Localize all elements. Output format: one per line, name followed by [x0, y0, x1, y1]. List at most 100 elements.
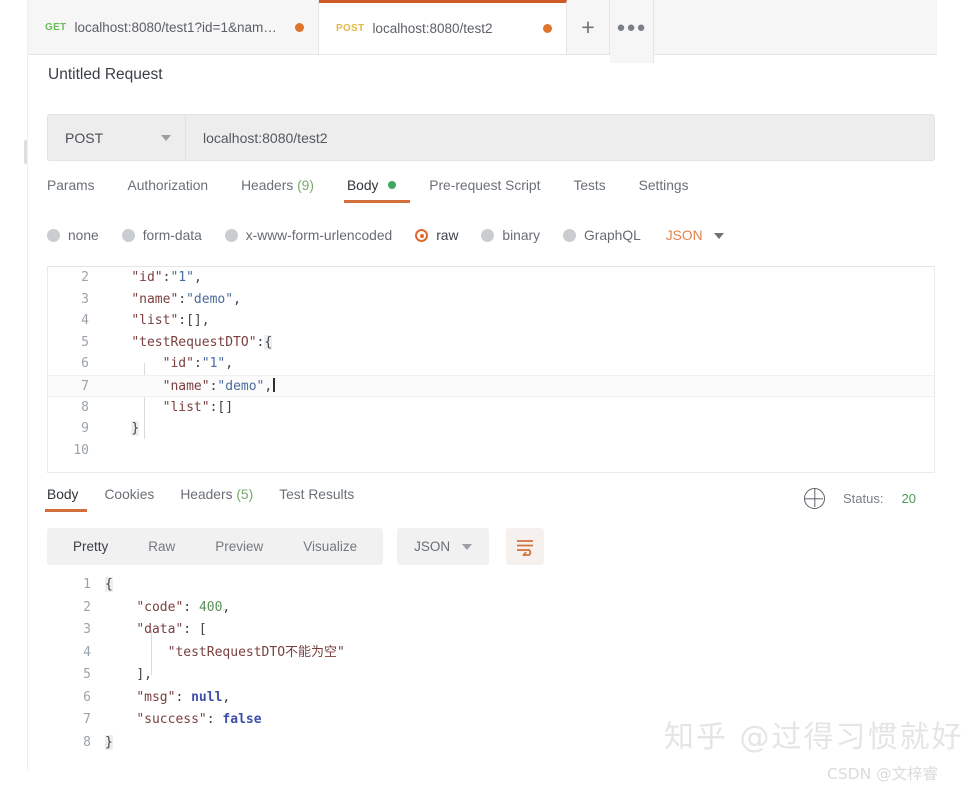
tab-body[interactable]: Body	[343, 178, 417, 206]
tab-params[interactable]: Params	[47, 178, 116, 206]
http-method-select[interactable]: POST	[48, 115, 186, 160]
code-line: 9 }	[48, 418, 934, 440]
request-workspace: GET localhost:8080/test1?id=1&nam… POST …	[28, 0, 937, 770]
status-label: Status:	[843, 491, 884, 506]
code-line: 1 {	[47, 574, 935, 597]
tab-label: Headers	[241, 178, 294, 193]
watermark-csdn: CSDN @文梓睿	[827, 765, 939, 783]
body-type-graphql[interactable]: GraphQL	[563, 228, 641, 243]
tab-url-label: localhost:8080/test2	[372, 21, 493, 36]
code-line: 6 "id":"1",	[48, 353, 934, 375]
chevron-down-icon	[161, 134, 171, 141]
tab-label: Headers	[180, 487, 233, 502]
line-number: 1	[83, 577, 91, 592]
line-number: 6	[81, 356, 89, 372]
line-text: "data": [	[136, 622, 207, 637]
tab-count: (5)	[236, 487, 254, 502]
response-tab-headers[interactable]: Headers (5)	[180, 487, 269, 515]
request-title: Untitled Request	[48, 66, 163, 83]
code-line: 3 "data": [	[47, 619, 935, 642]
line-number: 4	[83, 644, 91, 660]
line-text: "id":"1",	[162, 356, 234, 372]
code-line: 8 "list":[]	[48, 397, 934, 419]
line-text: "testRequestDTO不能为空"	[167, 644, 345, 660]
status-value: 20	[901, 491, 916, 506]
radio-label: binary	[502, 228, 540, 243]
line-number: 9	[81, 421, 89, 437]
view-mode-preview[interactable]: Preview	[195, 528, 283, 565]
view-mode-pretty[interactable]: Pretty	[53, 528, 128, 565]
line-number: 3	[83, 622, 91, 637]
response-tab-cookies[interactable]: Cookies	[104, 487, 170, 515]
request-body-editor[interactable]: 2 "id":"1", 3 "name":"demo", 4 "list":[]…	[47, 266, 935, 473]
radio-icon	[563, 229, 576, 242]
view-mode-visualize[interactable]: Visualize	[283, 528, 377, 565]
line-number: 7	[81, 378, 89, 394]
radio-label: x-www-form-urlencoded	[245, 228, 393, 243]
tab-method-label: POST	[336, 23, 365, 34]
unsaved-changes-dot	[543, 24, 552, 33]
radio-icon	[224, 229, 238, 242]
url-bar: POST localhost:8080/test2	[47, 114, 935, 161]
new-tab-button[interactable]: +	[567, 0, 610, 54]
code-line: 4 "list":[],	[48, 310, 934, 332]
tab-pre-request-script[interactable]: Pre-request Script	[429, 178, 561, 206]
line-number: 2	[83, 599, 91, 615]
response-status-area: Status: 20	[804, 488, 944, 509]
request-tab-strip: GET localhost:8080/test1?id=1&nam… POST …	[28, 0, 937, 63]
tab-label: Body	[47, 487, 79, 502]
request-code: 2 "id":"1", 3 "name":"demo", 4 "list":[]…	[48, 267, 934, 461]
response-section-tabs: Body Cookies Headers (5) Test Results	[44, 487, 380, 515]
response-tab-body[interactable]: Body	[44, 487, 94, 515]
response-format-select[interactable]: JSON	[397, 528, 490, 565]
line-text: "success": false	[136, 712, 262, 727]
line-number: 6	[83, 689, 91, 705]
line-number: 3	[81, 291, 89, 307]
line-text: {	[105, 577, 113, 592]
body-type-form-data[interactable]: form-data	[121, 228, 202, 243]
url-input[interactable]: localhost:8080/test2	[186, 115, 934, 160]
radio-label: form-data	[142, 228, 202, 243]
line-text: "id":"1",	[131, 270, 202, 285]
body-type-raw[interactable]: raw	[415, 228, 458, 243]
body-type-urlencoded[interactable]: x-www-form-urlencoded	[224, 228, 393, 243]
app-screenshot: GET localhost:8080/test1?id=1&nam… POST …	[0, 0, 977, 794]
request-tab-get-test1[interactable]: GET localhost:8080/test1?id=1&nam…	[28, 0, 319, 54]
tab-label: Cookies	[104, 487, 155, 502]
http-method-value: POST	[65, 129, 104, 146]
format-value: JSON	[414, 539, 451, 554]
radio-icon	[481, 229, 495, 242]
line-number: 8	[81, 399, 89, 415]
tab-authorization[interactable]: Authorization	[128, 178, 230, 206]
line-text: "msg": null,	[136, 689, 231, 705]
sidebar-resize-handle[interactable]	[24, 140, 27, 164]
tab-label: Body	[346, 178, 379, 193]
line-number: 8	[83, 734, 91, 750]
more-options-icon[interactable]: ●●●	[610, 0, 654, 63]
tab-tests[interactable]: Tests	[573, 178, 626, 206]
code-line: 5 "testRequestDTO":{	[48, 332, 934, 354]
radio-icon	[121, 229, 135, 242]
tab-label: Settings	[638, 178, 689, 193]
unsaved-changes-dot	[295, 22, 304, 32]
request-tab-post-test2[interactable]: POST localhost:8080/test2	[319, 0, 567, 54]
globe-icon[interactable]	[804, 488, 825, 509]
tab-label: Authorization	[127, 178, 209, 193]
body-type-none[interactable]: none	[47, 228, 99, 243]
tab-label: Params	[47, 178, 95, 193]
body-type-binary[interactable]: binary	[481, 228, 540, 243]
code-line: 2 "id":"1",	[48, 267, 934, 289]
radio-icon	[47, 229, 60, 242]
view-mode-raw[interactable]: Raw	[128, 528, 195, 565]
response-view-toolbar: Pretty Raw Preview Visualize JSON	[47, 528, 545, 565]
request-body-format-select[interactable]: JSON	[666, 228, 724, 243]
response-tab-test-results[interactable]: Test Results	[279, 487, 370, 515]
tab-settings[interactable]: Settings	[639, 178, 710, 206]
line-number: 5	[81, 334, 89, 350]
code-line: 5 ],	[47, 664, 935, 687]
wrap-lines-button[interactable]	[506, 528, 545, 565]
line-text: ],	[136, 667, 152, 682]
text-cursor	[273, 377, 275, 392]
tab-label: Tests	[573, 178, 606, 193]
tab-headers[interactable]: Headers (9)	[241, 178, 335, 206]
